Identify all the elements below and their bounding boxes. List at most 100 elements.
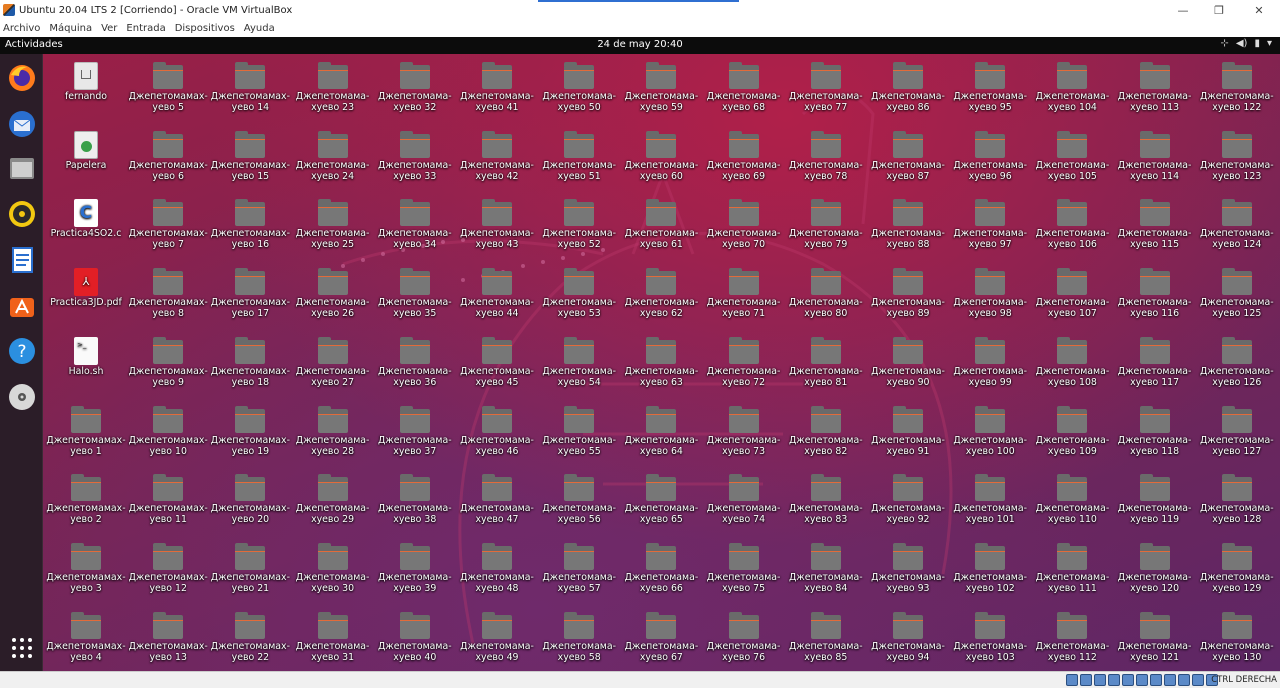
desktop-folder[interactable]: Джепетомама-хуево 78 [785,130,867,182]
desktop-folder[interactable]: Джепетомама-хуево 120 [1114,542,1196,594]
dock-files[interactable] [6,152,37,183]
desktop-folder[interactable]: Джепетомама-хуево 98 [949,268,1031,319]
desktop-folder[interactable]: Джепетомама-хуево 25 [292,199,374,250]
desktop-folder[interactable]: Джепетомама-хуево 119 [1114,474,1196,525]
desktop-folder[interactable]: Джепетомама-хуево 67 [620,611,702,663]
desktop-folder[interactable]: Джепетомама-хуево 60 [620,130,702,182]
close-button[interactable]: ✕ [1240,0,1278,20]
desktop-folder[interactable]: Джепетомама-хуево 130 [1196,611,1278,663]
maximize-button[interactable]: ❐ [1200,0,1238,20]
desktop-folder[interactable]: Джепетомама-хуево 84 [785,542,867,594]
desktop-folder[interactable]: Джепетомамах-уево 10 [127,405,209,457]
desktop-folder[interactable]: Джепетомама-хуево 24 [292,130,374,182]
desktop-folder[interactable]: Джепетомама-хуево 61 [620,199,702,250]
desktop-folder[interactable]: Джепетомама-хуево 27 [292,336,374,388]
desktop-folder[interactable]: Джепетомамах-уево 18 [209,336,291,388]
desktop-folder[interactable]: Джепетомама-хуево 55 [538,405,620,457]
desktop-folder[interactable]: Джепетомамах-уево 12 [127,542,209,594]
desktop-item-pdf[interactable]: ⅄ Practica3JD.pdf [45,268,127,308]
desktop-folder[interactable]: Джепетомамах-уево 20 [209,474,291,525]
desktop-folder[interactable]: Джепетомамах-уево 7 [127,199,209,250]
desktop-folder[interactable]: Джепетомама-хуево 46 [456,405,538,457]
dock-rhythmbox[interactable] [6,198,37,229]
desktop-folder[interactable]: Джепетомама-хуево 59 [620,62,702,113]
desktop-folder[interactable]: Джепетомама-хуево 43 [456,199,538,250]
desktop-folder[interactable]: Джепетомама-хуево 62 [620,268,702,319]
desktop-folder[interactable]: Джепетомама-хуево 53 [538,268,620,319]
desktop-folder[interactable]: Джепетомама-хуево 106 [1031,199,1113,250]
desktop-folder[interactable]: Джепетомама-хуево 38 [374,474,456,525]
desktop-folder[interactable]: Джепетомама-хуево 75 [703,542,785,594]
desktop-folder[interactable]: Джепетомама-хуево 40 [374,611,456,663]
desktop-folder[interactable]: Джепетомама-хуево 117 [1114,336,1196,388]
desktop-folder[interactable]: Джепетомама-хуево 71 [703,268,785,319]
desktop-folder[interactable]: Джепетомамах-уево 6 [127,130,209,182]
desktop-folder[interactable]: Джепетомамах-уево 9 [127,336,209,388]
menu-maquina[interactable]: Máquina [49,23,92,34]
dock-thunderbird[interactable] [6,108,37,139]
desktop-folder[interactable]: Джепетомама-хуево 72 [703,336,785,388]
desktop-item-sh[interactable]: >_ Halo.sh [45,336,127,377]
desktop-folder[interactable]: Джепетомама-хуево 85 [785,611,867,663]
desktop-folder[interactable]: Джепетомама-хуево 127 [1196,405,1278,457]
desktop-folder[interactable]: Джепетомама-хуево 92 [867,474,949,525]
desktop-folder[interactable]: Джепетомама-хуево 99 [949,336,1031,388]
desktop-item-c[interactable]: C Practica4SO2.c [45,199,127,239]
dock-software[interactable] [6,289,37,320]
desktop-folder[interactable]: Джепетомама-хуево 113 [1114,62,1196,113]
desktop-folder[interactable]: Джепетомама-хуево 48 [456,542,538,594]
desktop-folder[interactable]: Джепетомамах-уево 17 [209,268,291,319]
desktop-folder[interactable]: Джепетомама-хуево 65 [620,474,702,525]
desktop-folder[interactable]: Джепетомама-хуево 104 [1031,62,1113,113]
desktop-folder[interactable]: Джепетомама-хуево 28 [292,405,374,457]
desktop-folder[interactable]: Джепетомама-хуево 121 [1114,611,1196,663]
virtualization-status-icon[interactable] [1178,674,1190,686]
vm-window-titlebar[interactable]: Ubuntu 20.04 LTS 2 [Corriendo] - Oracle … [0,0,1280,20]
desktop-folder[interactable]: Джепетомама-хуево 124 [1196,199,1278,250]
menu-entrada[interactable]: Entrada [126,23,165,34]
dock-writer[interactable] [6,244,37,275]
desktop-folder[interactable]: Джепетомама-хуево 64 [620,405,702,457]
show-applications-button[interactable] [6,632,37,663]
desktop-folder[interactable]: Джепетомама-хуево 73 [703,405,785,457]
desktop-folder[interactable]: Джепетомама-хуево 23 [292,62,374,113]
desktop-folder[interactable]: Джепетомамах-уево 11 [127,474,209,525]
desktop-folder[interactable]: Джепетомамах-уево 3 [45,542,127,594]
dock-optical-disc[interactable] [6,381,37,412]
desktop-folder[interactable]: Джепетомама-хуево 51 [538,130,620,182]
desktop[interactable]: fernando Papelera C Practica4SO2.c ⅄ Practica… [43,54,1280,671]
network-status-icon[interactable] [1108,674,1120,686]
desktop-folder[interactable]: Джепетомама-хуево 80 [785,268,867,319]
desktop-folder[interactable]: Джепетомама-хуево 105 [1031,130,1113,182]
audio-status-icon[interactable] [1094,674,1106,686]
desktop-folder[interactable]: Джепетомама-хуево 77 [785,62,867,113]
desktop-folder[interactable]: Джепетомама-хуево 44 [456,268,538,319]
desktop-folder[interactable]: Джепетомама-хуево 81 [785,336,867,388]
desktop-folder[interactable]: Джепетомама-хуево 102 [949,542,1031,594]
desktop-folder[interactable]: Джепетомама-хуево 63 [620,336,702,388]
desktop-folder[interactable]: Джепетомама-хуево 37 [374,405,456,457]
desktop-folder[interactable]: Джепетомамах-уево 14 [209,62,291,113]
clock[interactable]: 24 de may 20:40 [0,39,1280,50]
desktop-folder[interactable]: Джепетомама-хуево 83 [785,474,867,525]
minimize-button[interactable]: — [1164,0,1202,20]
desktop-folder[interactable]: Джепетомама-хуево 66 [620,542,702,594]
menu-ver[interactable]: Ver [101,23,117,34]
desktop-folder[interactable]: Джепетомама-хуево 34 [374,199,456,250]
desktop-folder[interactable]: Джепетомама-хуево 89 [867,268,949,319]
desktop-folder[interactable]: Джепетомамах-уево 4 [45,611,127,663]
desktop-folder[interactable]: Джепетомама-хуево 123 [1196,130,1278,182]
shared-folders-status-icon[interactable] [1136,674,1148,686]
desktop-folder[interactable]: Джепетомама-хуево 29 [292,474,374,525]
desktop-folder[interactable]: Джепетомама-хуево 32 [374,62,456,113]
desktop-folder[interactable]: Джепетомама-хуево 96 [949,130,1031,182]
hdd-status-icon[interactable] [1066,674,1078,686]
desktop-folder[interactable]: Джепетомама-хуево 103 [949,611,1031,663]
desktop-folder[interactable]: Джепетомама-хуево 87 [867,130,949,182]
desktop-folder[interactable]: Джепетомамах-уево 16 [209,199,291,250]
desktop-folder[interactable]: Джепетомама-хуево 97 [949,199,1031,250]
desktop-folder[interactable]: Джепетомама-хуево 50 [538,62,620,113]
desktop-folder[interactable]: Джепетомамах-уево 19 [209,405,291,457]
desktop-folder[interactable]: Джепетомама-хуево 116 [1114,268,1196,319]
desktop-folder[interactable]: Джепетомама-хуево 114 [1114,130,1196,182]
